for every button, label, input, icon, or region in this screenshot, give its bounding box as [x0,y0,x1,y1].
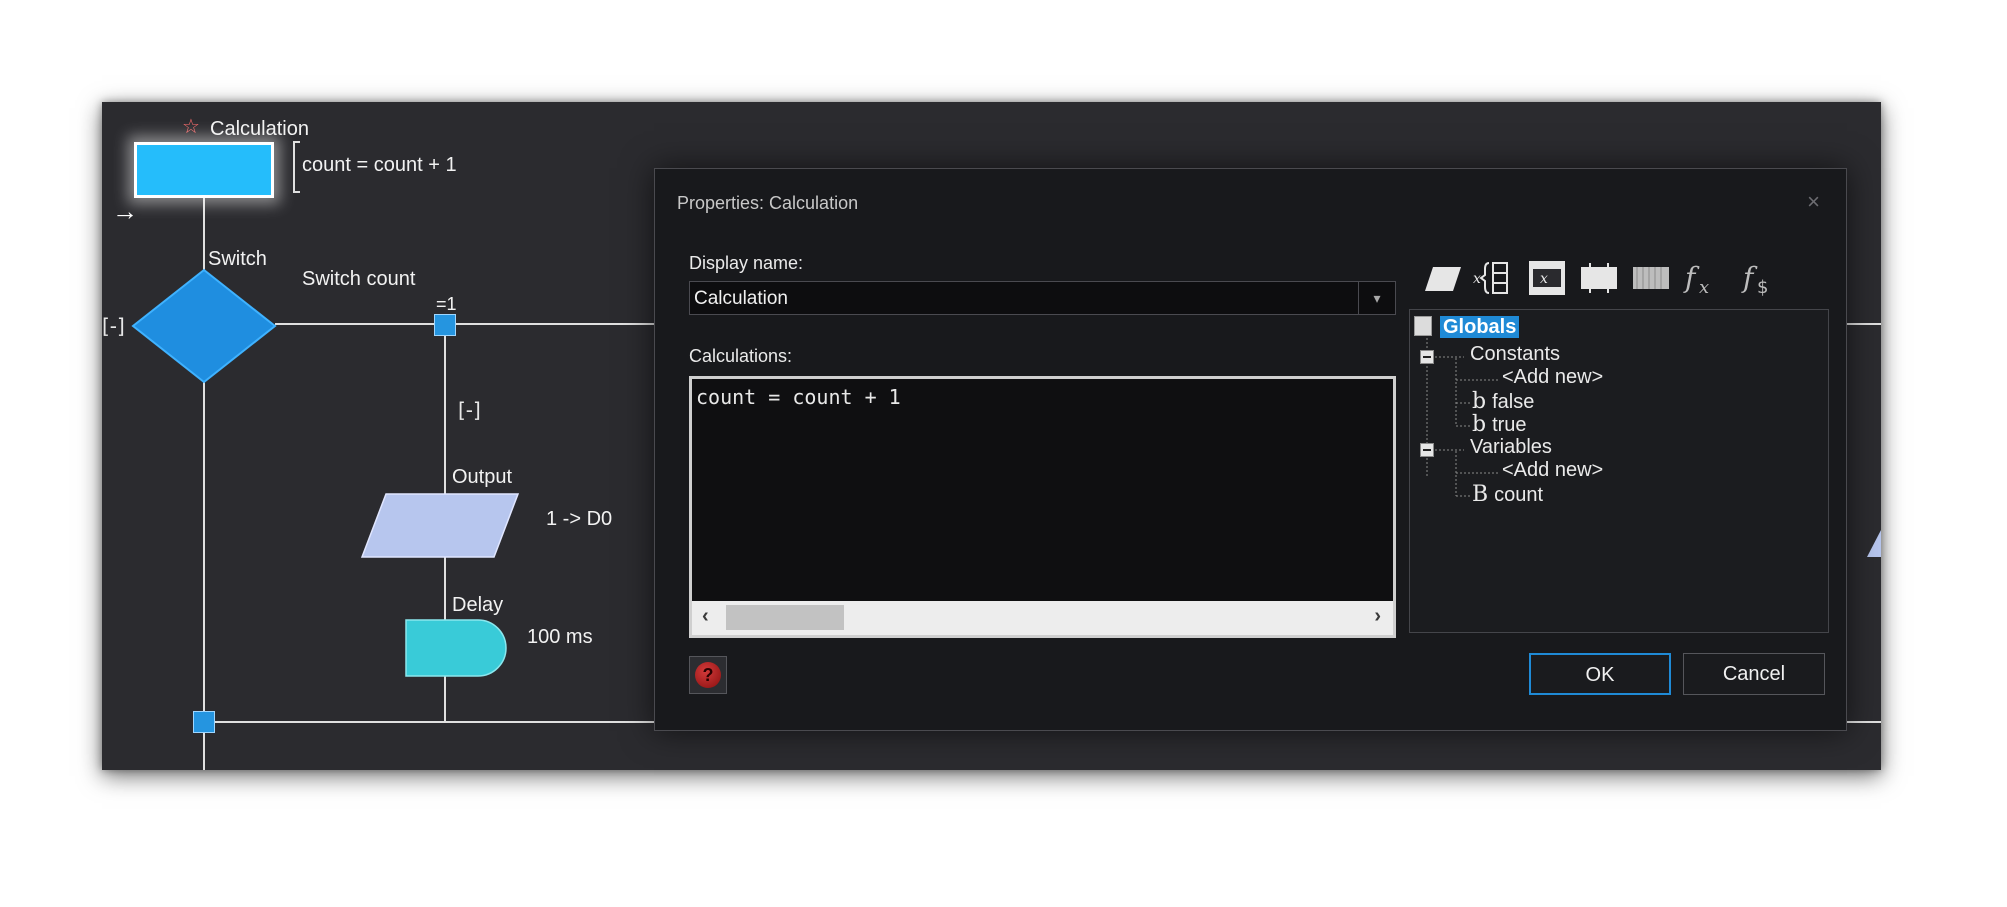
help-icon: ? [695,662,721,688]
delay-title: Delay [452,594,504,616]
dialog-title: Properties: Calculation [677,193,859,213]
switch-title: Switch [208,248,267,270]
delay-value: 100 ms [527,626,593,648]
entry-arrow-icon: → [112,196,138,226]
var-count-label: count [1494,484,1544,506]
calculations-textarea[interactable]: count = count + 1 [692,379,1391,599]
display-name-combo[interactable]: ▾ [689,281,1396,316]
collapse-variables-icon[interactable] [1420,443,1434,457]
svg-text:x: x [1473,271,1481,287]
calculation-block[interactable] [134,142,274,198]
const-false-label: false [1492,391,1535,413]
bool-icon: b [1472,412,1487,437]
merge-node[interactable] [193,711,215,733]
svg-text:$: $ [1757,277,1768,298]
chevron-down-icon[interactable]: ▾ [1358,282,1395,314]
calc-expression: count = count + 1 [302,154,457,176]
variable-expand-icon[interactable]: x [1473,255,1517,301]
calc-title: Calculation [210,118,309,140]
help-button[interactable]: ? [689,656,727,694]
cancel-button[interactable]: Cancel [1683,653,1825,695]
delay-shape [405,619,507,677]
tree-var-count[interactable]: Bcount [1472,482,1543,507]
tree-variables-add-new[interactable]: <Add new> [1502,459,1603,482]
switch-label: Switch count [302,268,416,290]
case-node[interactable] [434,314,456,336]
calculations-editor[interactable]: count = count + 1 ‹ › [689,376,1396,638]
properties-dialog: Properties: Calculation × Display name: … [654,168,1847,731]
array-icon[interactable] [1629,255,1673,301]
ok-button[interactable]: OK [1529,653,1671,695]
tree-node-constants[interactable]: Constants [1470,343,1560,366]
const-true-label: true [1492,414,1527,436]
globals-label: Globals [1440,316,1520,338]
calculations-label: Calculations: [689,346,793,366]
svg-text:x: x [1699,277,1709,298]
tree-constants-add-new[interactable]: <Add new> [1502,366,1603,389]
string-function-icon[interactable]: f $ [1739,255,1783,301]
tree-root-globals[interactable]: Globals [1414,316,1520,339]
output-title: Output [452,466,513,488]
collapse-switch-toggle[interactable]: [-] [102,314,125,338]
svg-text:x: x [1540,271,1548,287]
horizontal-scrollbar[interactable]: ‹ › [692,601,1393,635]
start-star-icon: ☆ [182,116,200,138]
scroll-left-icon[interactable]: ‹ [702,605,709,628]
io-icon[interactable] [1421,255,1465,301]
bool-icon: b [1472,389,1487,414]
svg-text:f: f [1741,261,1758,294]
output-parallelogram [360,493,520,558]
byte-icon: B [1472,482,1489,507]
tree-const-false[interactable]: b false [1472,389,1534,414]
tree-const-true[interactable]: b true [1472,412,1527,437]
variable-icon[interactable]: x [1525,255,1569,301]
function-icon[interactable]: f x [1681,255,1725,301]
svg-text:f: f [1683,261,1700,294]
case-value: =1 [436,294,457,314]
globals-icon [1414,316,1432,336]
globals-tree[interactable]: Globals Constants <Add new> b false b true… [1409,309,1829,633]
scroll-thumb[interactable] [726,605,844,630]
display-name-input[interactable] [690,282,1360,316]
collapse-case-toggle[interactable]: [-] [458,398,481,422]
close-icon[interactable]: × [1807,189,1820,215]
scroll-right-icon[interactable]: › [1374,605,1381,628]
port-icon[interactable] [1577,255,1621,301]
tree-node-variables[interactable]: Variables [1470,436,1552,459]
insert-toolbar: x x f x f $ [1421,251,1823,305]
collapse-constants-icon[interactable] [1420,350,1434,364]
display-name-label: Display name: [689,253,804,273]
switch-diamond [131,268,277,384]
output-expression: 1 -> D0 [546,508,613,530]
